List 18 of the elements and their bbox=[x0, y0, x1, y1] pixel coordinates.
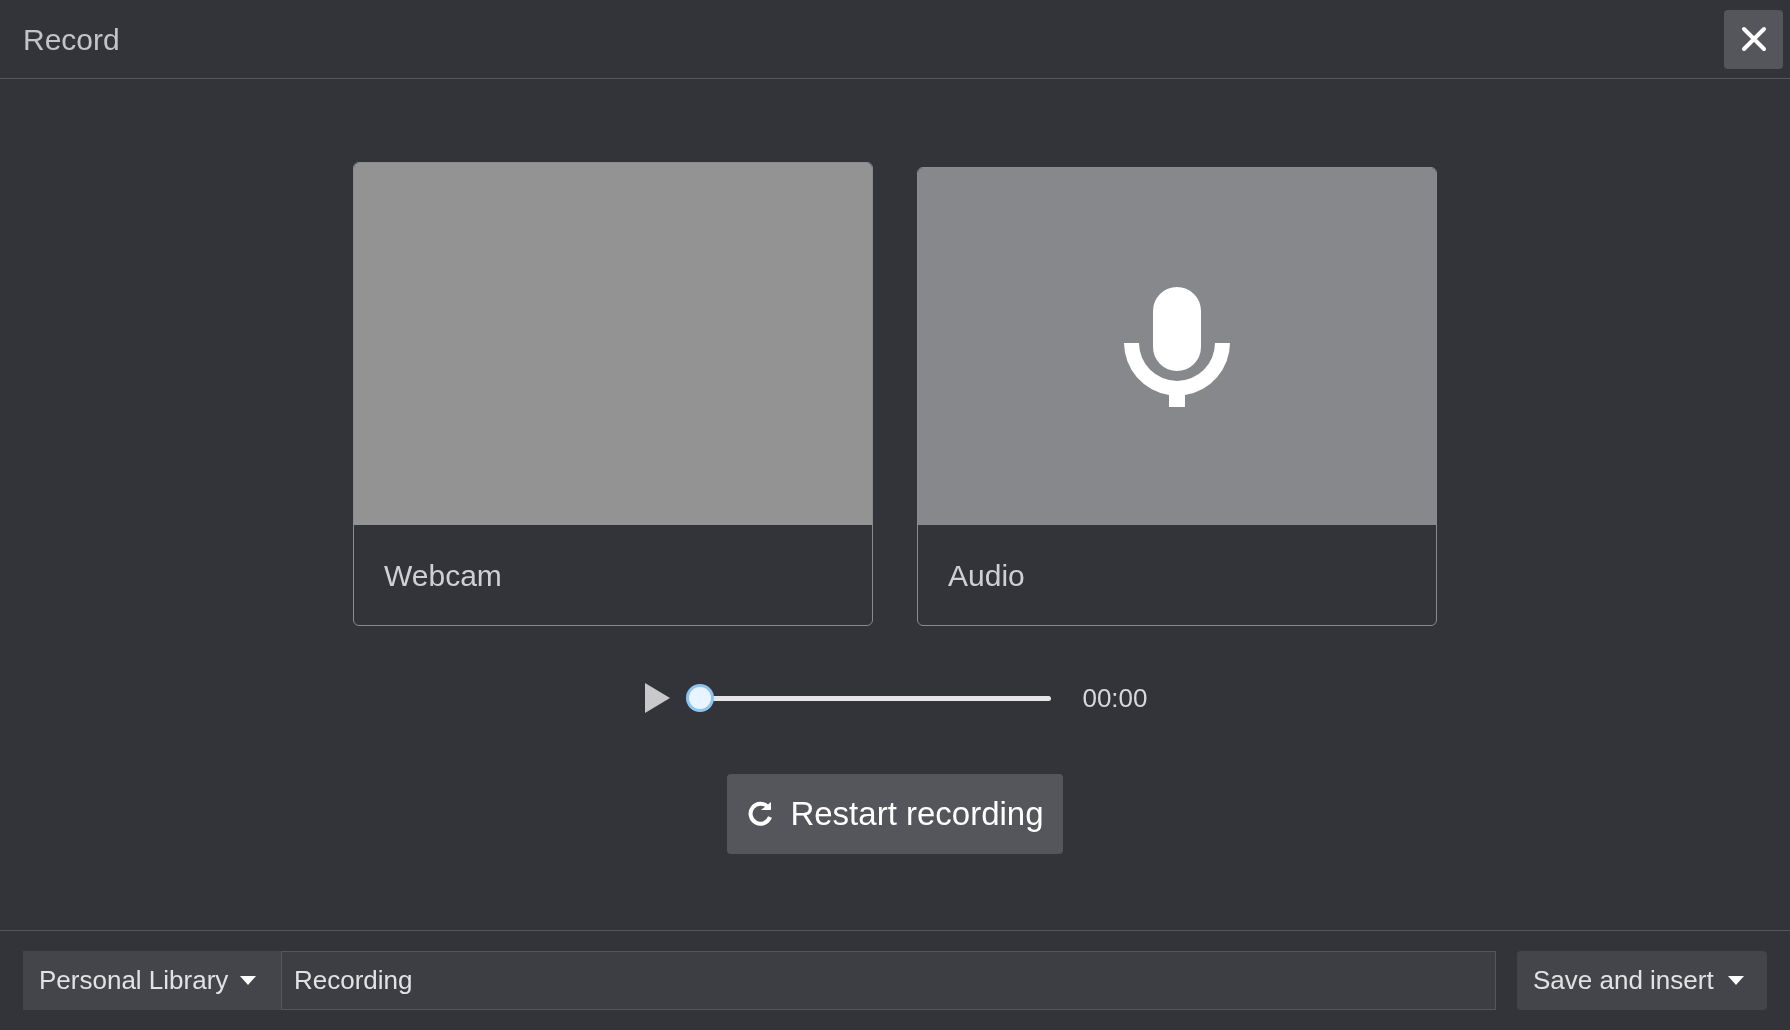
play-icon bbox=[643, 682, 672, 714]
recording-name-field[interactable]: Recording bbox=[281, 951, 1496, 1010]
close-button[interactable] bbox=[1724, 9, 1783, 69]
close-icon bbox=[1740, 26, 1767, 52]
save-and-insert-button[interactable]: Save and insert bbox=[1517, 951, 1767, 1010]
time-display: 00:00 bbox=[1082, 681, 1148, 715]
window-title: Record bbox=[23, 21, 120, 58]
progress-slider[interactable] bbox=[686, 683, 1052, 713]
source-card[interactable]: Audio bbox=[917, 167, 1437, 626]
source-card[interactable]: Webcam bbox=[353, 162, 873, 626]
caret-icon bbox=[240, 975, 257, 986]
library-dropdown[interactable]: Personal Library bbox=[23, 951, 281, 1010]
source-label: Audio bbox=[948, 557, 1025, 594]
microphone-icon bbox=[1124, 286, 1230, 407]
slider-thumb[interactable] bbox=[686, 684, 715, 712]
caret-icon bbox=[1727, 975, 1744, 986]
source-label: Webcam bbox=[384, 557, 502, 594]
restart-button[interactable]: Restart recording bbox=[727, 774, 1063, 854]
